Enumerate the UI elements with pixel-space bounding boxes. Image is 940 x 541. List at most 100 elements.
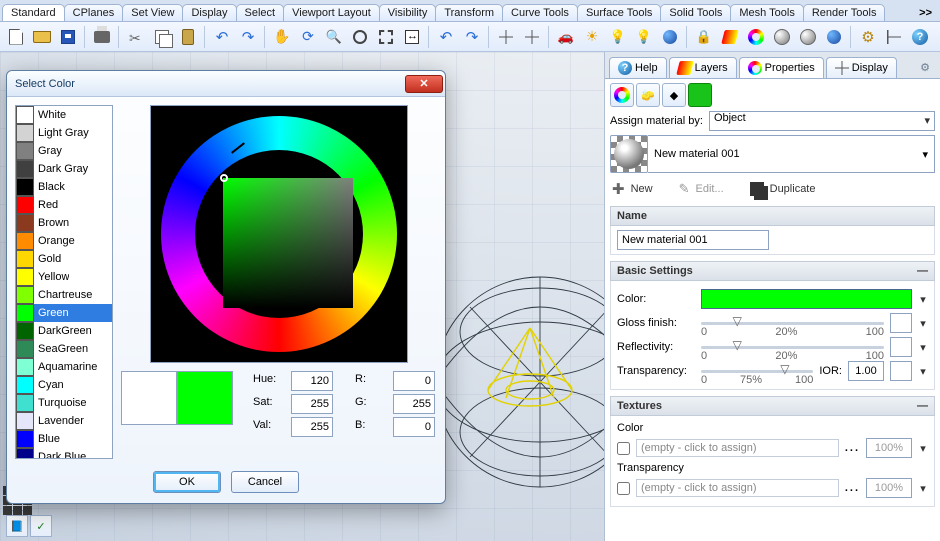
color-item-chartreuse[interactable]: Chartreuse (16, 286, 112, 304)
color-item-red[interactable]: Red (16, 196, 112, 214)
b-input[interactable] (393, 417, 435, 437)
texture-transp-pct[interactable] (866, 478, 912, 498)
tab-transform[interactable]: Transform (435, 4, 503, 21)
undo-button[interactable] (210, 25, 234, 49)
set-cplane-button[interactable] (520, 25, 544, 49)
color-list[interactable]: WhiteLight GrayGrayDark GrayBlackRedBrow… (15, 105, 113, 459)
open-file-button[interactable] (30, 25, 54, 49)
tab-solid-tools[interactable]: Solid Tools (660, 4, 731, 21)
named-views-button[interactable] (554, 25, 578, 49)
tabs-overflow-button[interactable]: >> (913, 5, 938, 21)
tab-standard[interactable]: Standard (2, 4, 65, 21)
rotate-view-button[interactable] (296, 25, 320, 49)
hide-button[interactable] (692, 25, 716, 49)
name-section-header[interactable]: Name (610, 206, 935, 226)
basic-settings-header[interactable]: Basic Settings — (610, 261, 935, 281)
light-button[interactable] (632, 25, 656, 49)
paste-button[interactable] (176, 25, 200, 49)
render-button[interactable] (658, 25, 682, 49)
save-file-button[interactable] (56, 25, 80, 49)
shade-sphere2-button[interactable] (822, 25, 846, 49)
print-button[interactable] (90, 25, 114, 49)
tab-mesh-tools[interactable]: Mesh Tools (730, 4, 803, 21)
zoom-selected-button[interactable] (374, 25, 398, 49)
panel-tab-help[interactable]: Help (609, 57, 667, 78)
color-item-lavender[interactable]: Lavender (16, 412, 112, 430)
material-color-swatch[interactable] (701, 289, 912, 309)
ok-button[interactable]: OK (153, 471, 221, 493)
layers-button[interactable] (718, 25, 742, 49)
color-item-dark-blue[interactable]: Dark Blue (16, 448, 112, 459)
color-item-black[interactable]: Black (16, 178, 112, 196)
tab-surface-tools[interactable]: Surface Tools (577, 4, 661, 21)
texture-color-browse[interactable]: ... (845, 442, 860, 454)
undo-view-button[interactable] (434, 25, 458, 49)
material-edit-button[interactable]: ✎Edit... (679, 181, 724, 197)
sun-button[interactable] (580, 25, 604, 49)
spotlight-button[interactable] (606, 25, 630, 49)
val-input[interactable] (291, 417, 333, 437)
texture-color-slot[interactable]: (empty - click to assign) (636, 439, 839, 457)
sat-input[interactable] (291, 394, 333, 414)
collapse-basic-icon[interactable]: — (917, 265, 928, 277)
color-item-darkgreen[interactable]: DarkGreen (16, 322, 112, 340)
zoom-extents-button[interactable] (400, 25, 424, 49)
panel-tab-layers[interactable]: Layers (669, 57, 737, 78)
material-selector[interactable]: New material 001 (648, 135, 935, 173)
zoom-dynamic-button[interactable] (322, 25, 346, 49)
reflect-color-button[interactable] (890, 337, 912, 357)
g-input[interactable] (393, 394, 435, 414)
tab-render-tools[interactable]: Render Tools (803, 4, 886, 21)
tab-set-view[interactable]: Set View (122, 4, 183, 21)
color-item-yellow[interactable]: Yellow (16, 268, 112, 286)
material-new-button[interactable]: ✚New (612, 180, 653, 198)
redo-button[interactable] (236, 25, 260, 49)
texture-color-checkbox[interactable] (617, 442, 630, 455)
color-item-seagreen[interactable]: SeaGreen (16, 340, 112, 358)
color-item-gray[interactable]: Gray (16, 142, 112, 160)
assign-material-dropdown[interactable]: Object (709, 111, 935, 131)
record-history-button[interactable]: 📘 (6, 515, 28, 537)
color-item-aquamarine[interactable]: Aquamarine (16, 358, 112, 376)
tab-viewport-layout[interactable]: Viewport Layout (283, 4, 380, 21)
green-swatch-icon[interactable] (688, 83, 712, 107)
collapse-textures-icon[interactable]: — (917, 400, 928, 412)
r-input[interactable] (393, 371, 435, 391)
confirm-button[interactable]: ✓ (30, 515, 52, 537)
color-item-brown[interactable]: Brown (16, 214, 112, 232)
object-tree-button[interactable] (882, 25, 906, 49)
options-button[interactable] (856, 25, 880, 49)
color-item-cyan[interactable]: Cyan (16, 376, 112, 394)
zoom-window-button[interactable] (348, 25, 372, 49)
textures-header[interactable]: Textures — (610, 396, 935, 416)
color-item-blue[interactable]: Blue (16, 430, 112, 448)
copy-button[interactable] (150, 25, 174, 49)
color-item-turquoise[interactable]: Turquoise (16, 394, 112, 412)
pan-button[interactable] (270, 25, 294, 49)
material-duplicate-button[interactable]: Duplicate (750, 182, 816, 196)
tab-visibility[interactable]: Visibility (379, 4, 437, 21)
texture-transp-slot[interactable]: (empty - click to assign) (636, 479, 839, 497)
redo-view-button[interactable] (460, 25, 484, 49)
material-name-input[interactable] (617, 230, 769, 250)
panel-options-icon[interactable]: ⚙ (914, 56, 936, 78)
color-item-green[interactable]: Green (16, 304, 112, 322)
properties-button[interactable] (744, 25, 768, 49)
help-button[interactable] (908, 25, 932, 49)
tab-cplanes[interactable]: CPlanes (64, 4, 124, 21)
new-file-button[interactable] (4, 25, 28, 49)
shade-sphere1-button[interactable] (796, 25, 820, 49)
hue-input[interactable] (291, 371, 333, 391)
shade-torus-button[interactable] (770, 25, 794, 49)
color-wheel[interactable] (150, 105, 408, 363)
panel-tab-display[interactable]: Display (826, 57, 897, 78)
texture-transp-browse[interactable]: ... (845, 482, 860, 494)
texture-color-pct[interactable] (866, 438, 912, 458)
material-thumbnail[interactable] (610, 135, 648, 173)
material-color-dropdown[interactable]: ▾ (918, 293, 928, 306)
environment-tab-icon[interactable]: ◆ (662, 83, 686, 107)
reflect-slider[interactable]: 020%100 (701, 338, 884, 356)
transp-color-button[interactable] (890, 361, 912, 381)
tab-curve-tools[interactable]: Curve Tools (502, 4, 578, 21)
gloss-slider[interactable]: 020%100 (701, 314, 884, 332)
